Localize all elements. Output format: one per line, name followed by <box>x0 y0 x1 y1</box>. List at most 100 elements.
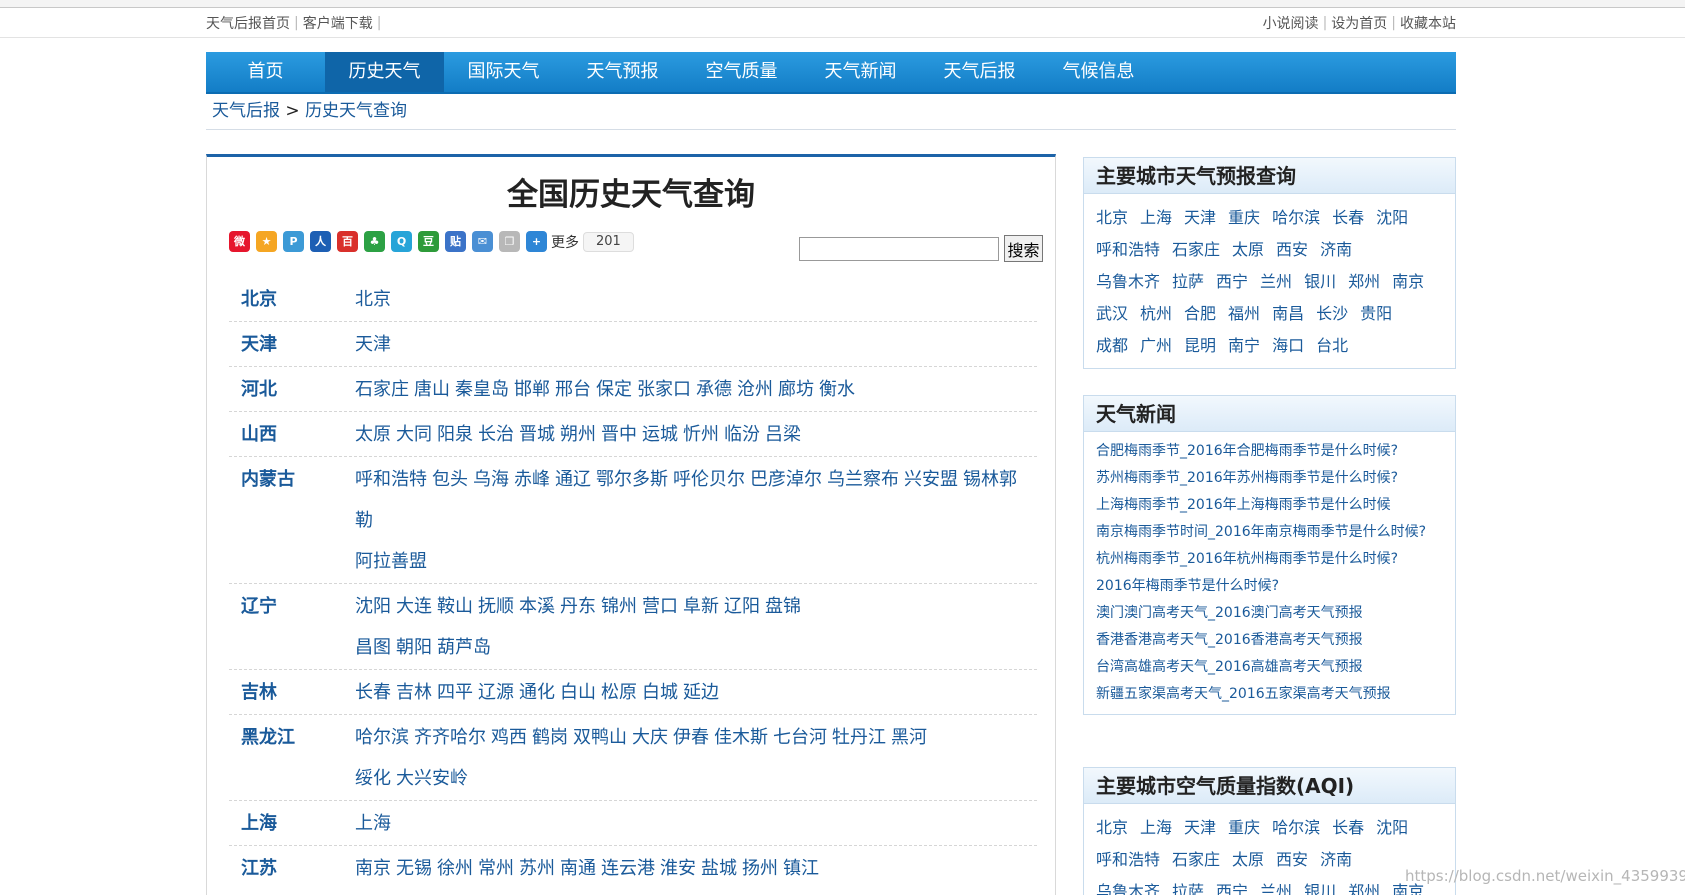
top-link-home[interactable]: 天气后报首页 <box>206 13 290 33</box>
province-name[interactable]: 北京 <box>229 279 355 320</box>
aqi-city-link[interactable]: 呼和浩特 <box>1096 850 1160 869</box>
city-link[interactable]: 辽阳 <box>724 596 760 617</box>
city-link[interactable]: 衡水 <box>819 379 855 400</box>
city-link[interactable]: 白城 <box>642 682 678 703</box>
nav-item-2[interactable]: 国际天气 <box>444 52 563 92</box>
province-name[interactable]: 黑龙江 <box>229 717 355 799</box>
city-link[interactable]: 廊坊 <box>778 379 814 400</box>
city-link[interactable]: 秦皇岛 <box>455 379 509 400</box>
aqi-city-link[interactable]: 重庆 <box>1228 818 1260 837</box>
city-link[interactable]: 镇江 <box>783 858 819 879</box>
city-link[interactable]: 阳泉 <box>437 424 473 445</box>
forecast-city-link[interactable]: 杭州 <box>1140 304 1172 323</box>
nav-item-3[interactable]: 天气预报 <box>563 52 682 92</box>
forecast-city-link[interactable]: 台北 <box>1316 336 1348 355</box>
baidu-share-icon[interactable]: 百 <box>337 231 358 252</box>
province-name[interactable]: 内蒙古 <box>229 459 355 582</box>
forecast-city-link[interactable]: 武汉 <box>1096 304 1128 323</box>
mail-share-icon[interactable]: ✉ <box>472 231 493 252</box>
forecast-city-link[interactable]: 石家庄 <box>1172 240 1220 259</box>
forecast-city-link[interactable]: 拉萨 <box>1172 272 1204 291</box>
forecast-city-link[interactable]: 成都 <box>1096 336 1128 355</box>
province-name[interactable]: 河北 <box>229 369 355 410</box>
city-link[interactable]: 四平 <box>437 682 473 703</box>
city-link[interactable]: 晋城 <box>519 424 555 445</box>
city-link[interactable]: 赤峰 <box>514 469 550 490</box>
forecast-city-link[interactable]: 郑州 <box>1348 272 1380 291</box>
forecast-city-link[interactable]: 上海 <box>1140 208 1172 227</box>
city-link[interactable]: 本溪 <box>519 596 555 617</box>
city-link[interactable]: 鹤岗 <box>532 727 568 748</box>
forecast-city-link[interactable]: 西安 <box>1276 240 1308 259</box>
douban-share-icon[interactable]: 豆 <box>418 231 439 252</box>
news-item-link[interactable]: 香港香港高考天气_2016香港高考天气预报 <box>1096 627 1447 654</box>
city-link[interactable]: 巴彦淖尔 <box>750 469 822 490</box>
city-link[interactable]: 伊春 <box>673 727 709 748</box>
tieba-share-icon[interactable]: 贴 <box>445 231 466 252</box>
province-name[interactable]: 山西 <box>229 414 355 455</box>
forecast-city-link[interactable]: 兰州 <box>1260 272 1292 291</box>
news-item-link[interactable]: 上海梅雨季节_2016年上海梅雨季节是什么时候 <box>1096 492 1447 519</box>
city-link[interactable]: 天津 <box>355 334 391 355</box>
weibo-share-icon[interactable]: 微 <box>229 231 250 252</box>
city-link[interactable]: 朔州 <box>560 424 596 445</box>
city-link[interactable]: 丹东 <box>560 596 596 617</box>
breadcrumb-home[interactable]: 天气后报 <box>212 101 280 121</box>
aqi-city-link[interactable]: 石家庄 <box>1172 850 1220 869</box>
city-link[interactable]: 锦州 <box>601 596 637 617</box>
aqi-city-link[interactable]: 北京 <box>1096 818 1128 837</box>
aqi-city-link[interactable]: 哈尔滨 <box>1272 818 1320 837</box>
nav-item-7[interactable]: 气候信息 <box>1039 52 1158 92</box>
city-link[interactable]: 忻州 <box>683 424 719 445</box>
copy-share-icon[interactable]: ❐ <box>499 231 520 252</box>
news-item-link[interactable]: 合肥梅雨季节_2016年合肥梅雨季节是什么时候? <box>1096 438 1447 465</box>
news-item-link[interactable]: 杭州梅雨季节_2016年杭州梅雨季节是什么时候? <box>1096 546 1447 573</box>
city-link[interactable]: 牡丹江 <box>832 727 886 748</box>
city-link[interactable]: 阿拉善盟 <box>355 551 427 572</box>
city-link[interactable]: 长治 <box>478 424 514 445</box>
search-input[interactable] <box>799 236 999 261</box>
city-link[interactable]: 吕梁 <box>765 424 801 445</box>
forecast-city-link[interactable]: 南京 <box>1392 272 1424 291</box>
city-link[interactable]: 乌兰察布 <box>827 469 899 490</box>
news-item-link[interactable]: 苏州梅雨季节_2016年苏州梅雨季节是什么时候? <box>1096 465 1447 492</box>
city-link[interactable]: 齐齐哈尔 <box>414 727 486 748</box>
city-link[interactable]: 沈阳 <box>355 596 391 617</box>
renren-share-icon[interactable]: 人 <box>310 231 331 252</box>
city-link[interactable]: 运城 <box>642 424 678 445</box>
city-link[interactable]: 苏州 <box>519 858 555 879</box>
city-link[interactable]: 吉林 <box>396 682 432 703</box>
forecast-city-link[interactable]: 乌鲁木齐 <box>1096 272 1160 291</box>
city-link[interactable]: 无锡 <box>396 858 432 879</box>
city-link[interactable]: 邢台 <box>555 379 591 400</box>
city-link[interactable]: 呼伦贝尔 <box>673 469 745 490</box>
aqi-city-link[interactable]: 天津 <box>1184 818 1216 837</box>
city-link[interactable]: 葫芦岛 <box>437 637 491 658</box>
top-link-novel[interactable]: 小说阅读 <box>1263 13 1319 33</box>
forecast-city-link[interactable]: 呼和浩特 <box>1096 240 1160 259</box>
forecast-city-link[interactable]: 沈阳 <box>1376 208 1408 227</box>
province-name[interactable]: 辽宁 <box>229 586 355 668</box>
city-link[interactable]: 唐山 <box>414 379 450 400</box>
aqi-city-link[interactable]: 沈阳 <box>1376 818 1408 837</box>
forecast-city-link[interactable]: 济南 <box>1320 240 1352 259</box>
city-link[interactable]: 营口 <box>642 596 678 617</box>
city-link[interactable]: 大连 <box>396 596 432 617</box>
nav-item-6[interactable]: 天气后报 <box>920 52 1039 92</box>
city-link[interactable]: 南通 <box>560 858 596 879</box>
city-link[interactable]: 乌海 <box>473 469 509 490</box>
aqi-city-link[interactable]: 上海 <box>1140 818 1172 837</box>
city-link[interactable]: 大兴安岭 <box>396 768 468 789</box>
city-link[interactable]: 佳木斯 <box>714 727 768 748</box>
city-link[interactable]: 南京 <box>355 858 391 879</box>
forecast-city-link[interactable]: 太原 <box>1232 240 1264 259</box>
city-link[interactable]: 常州 <box>478 858 514 879</box>
city-link[interactable]: 晋中 <box>601 424 637 445</box>
forecast-city-link[interactable]: 重庆 <box>1228 208 1260 227</box>
city-link[interactable]: 哈尔滨 <box>355 727 409 748</box>
aqi-city-link[interactable]: 济南 <box>1320 850 1352 869</box>
city-link[interactable]: 长春 <box>355 682 391 703</box>
city-link[interactable]: 黑河 <box>891 727 927 748</box>
city-link[interactable]: 连云港 <box>601 858 655 879</box>
city-link[interactable]: 呼和浩特 <box>355 469 427 490</box>
